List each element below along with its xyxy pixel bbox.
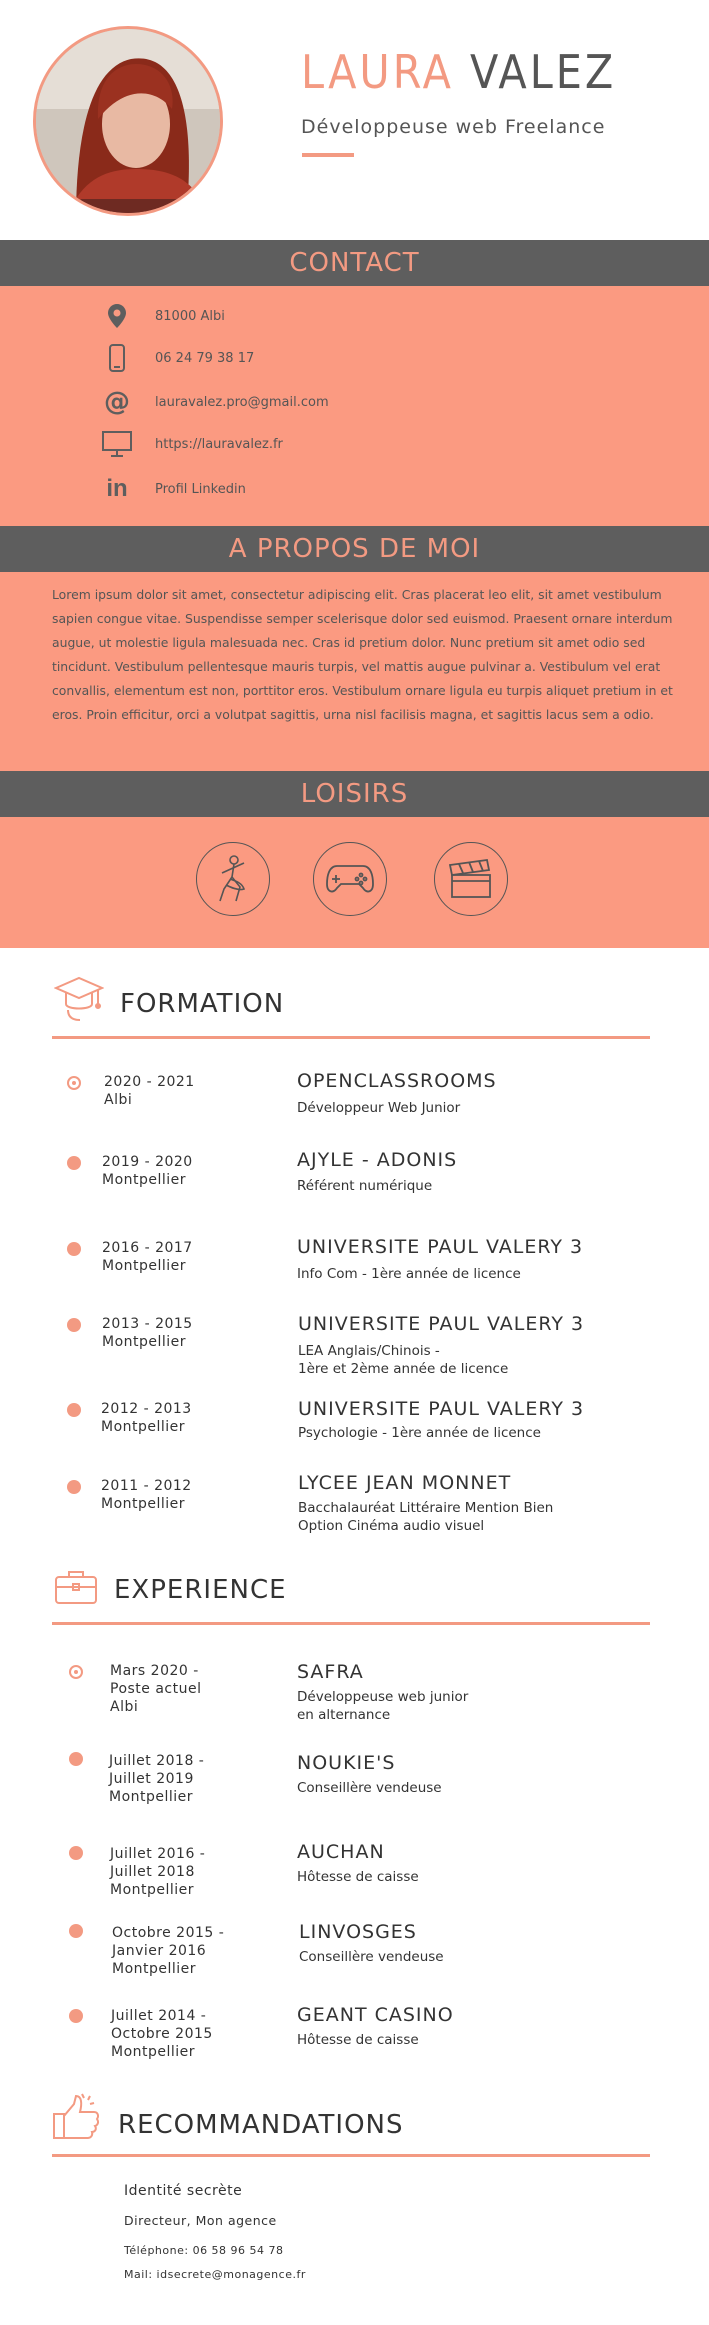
- formation-detail-2: Référent numérique: [297, 1178, 433, 1194]
- formation-detail-1: Développeur Web Junior: [297, 1100, 461, 1116]
- timeline-dot: [69, 1924, 83, 1938]
- last-name: VALEZ: [470, 45, 617, 99]
- experience-date-5: Juillet 2014 - Octobre 2015 Montpellier: [111, 2008, 213, 2060]
- experience-date-1: Mars 2020 - Poste actuel Albi: [110, 1663, 202, 1715]
- experience-detail-2: Conseillère vendeuse: [297, 1780, 442, 1796]
- experience-detail-5: Hôtesse de caisse: [297, 2032, 419, 2048]
- formation-date-4: 2013 - 2015 Montpellier: [102, 1316, 193, 1350]
- contact-website[interactable]: https://lauravalez.fr: [100, 429, 283, 459]
- formation-school-4: UNIVERSITE PAUL VALERY 3: [298, 1313, 585, 1335]
- smartphone-icon: [100, 343, 134, 373]
- contact-section: 81000 Albi 06 24 79 38 17 @ lauravalez.p…: [0, 286, 709, 526]
- formation-detail-6: Bacchalauréat Littéraire Mention Bien Op…: [298, 1500, 554, 1534]
- formation-school-6: LYCEE JEAN MONNET: [298, 1472, 512, 1494]
- timeline-dot: [69, 1752, 83, 1766]
- thumbs-up-icon: [52, 2092, 102, 2146]
- formation-rule: [52, 1036, 650, 1039]
- graduation-cap-icon: [53, 974, 105, 1026]
- timeline-dot-current: [69, 1665, 83, 1679]
- linkedin-icon: in: [106, 475, 128, 502]
- profile-photo: [33, 26, 223, 216]
- recommender-phone: Téléphone: 06 58 96 54 78: [124, 2244, 284, 2257]
- recommender-mail[interactable]: Mail: idsecrete@monagence.fr: [124, 2268, 306, 2281]
- first-name: LAURA: [301, 45, 454, 99]
- monitor-icon: [100, 429, 134, 459]
- dancer-icon: [196, 842, 270, 916]
- experience-heading: EXPERIENCE: [114, 1575, 287, 1605]
- contact-phone: 06 24 79 38 17: [100, 343, 254, 373]
- timeline-dot-current: [67, 1076, 81, 1090]
- contact-linkedin-text[interactable]: Profil Linkedin: [155, 482, 246, 497]
- experience-detail-1: Développeuse web junior en alternance: [297, 1689, 469, 1723]
- formation-school-3: UNIVERSITE PAUL VALERY 3: [297, 1236, 584, 1258]
- formation-school-2: AJYLE - ADONIS: [297, 1149, 458, 1171]
- about-heading: A PROPOS DE MOI: [0, 526, 709, 572]
- clapperboard-icon: [434, 842, 508, 916]
- formation-school-5: UNIVERSITE PAUL VALERY 3: [298, 1398, 585, 1420]
- experience-date-3: Juillet 2016 - Juillet 2018 Montpellier: [110, 1846, 206, 1898]
- formation-date-1: 2020 - 2021 Albi: [104, 1074, 195, 1108]
- briefcase-icon: [54, 1568, 98, 1610]
- formation-detail-3: Info Com - 1ère année de licence: [297, 1266, 521, 1282]
- formation-school-1: OPENCLASSROOMS: [297, 1070, 497, 1092]
- contact-website-text[interactable]: https://lauravalez.fr: [155, 437, 283, 452]
- formation-heading: FORMATION: [120, 989, 285, 1019]
- recommender-name: Identité secrète: [124, 2183, 243, 2199]
- formation-date-5: 2012 - 2013 Montpellier: [101, 1401, 192, 1435]
- formation-date-2: 2019 - 2020 Montpellier: [102, 1154, 193, 1188]
- experience-date-4: Octobre 2015 - Janvier 2016 Montpellier: [112, 1925, 225, 1977]
- formation-date-3: 2016 - 2017 Montpellier: [102, 1240, 193, 1274]
- experience-company-4: LINVOSGES: [299, 1921, 417, 1943]
- contact-email-text[interactable]: lauravalez.pro@gmail.com: [155, 395, 329, 410]
- contact-heading: CONTACT: [0, 240, 709, 286]
- at-sign-icon: @: [104, 387, 130, 417]
- job-title: Développeuse web Freelance: [301, 116, 606, 138]
- contact-address-text: 81000 Albi: [155, 308, 225, 324]
- recommender-role: Directeur, Mon agence: [124, 2213, 277, 2228]
- gamepad-icon: [313, 842, 387, 916]
- timeline-dot: [69, 2009, 83, 2023]
- timeline-dot: [69, 1846, 83, 1860]
- hobbies-section: [0, 817, 709, 948]
- contact-address: 81000 Albi: [100, 301, 225, 331]
- experience-company-3: AUCHAN: [297, 1841, 385, 1863]
- formation-date-6: 2011 - 2012 Montpellier: [101, 1478, 192, 1512]
- experience-detail-3: Hôtesse de caisse: [297, 1869, 419, 1885]
- full-name: LAURA VALEZ: [301, 44, 616, 100]
- timeline-dot: [67, 1156, 81, 1170]
- about-text: Lorem ipsum dolor sit amet, consectetur …: [52, 587, 673, 722]
- recommendations-rule: [52, 2154, 650, 2157]
- location-pin-icon: [100, 301, 134, 331]
- timeline-dot: [67, 1318, 81, 1332]
- contact-email[interactable]: @ lauravalez.pro@gmail.com: [100, 387, 329, 417]
- experience-rule: [52, 1622, 650, 1625]
- recommendations-heading: RECOMMANDATIONS: [118, 2110, 404, 2140]
- formation-detail-5: Psychologie - 1ère année de licence: [298, 1425, 541, 1441]
- timeline-dot: [67, 1242, 81, 1256]
- timeline-dot: [67, 1403, 81, 1417]
- title-underline: [302, 153, 354, 157]
- experience-company-2: NOUKIE'S: [297, 1752, 396, 1774]
- hobbies-heading: LOISIRS: [0, 771, 709, 817]
- contact-linkedin[interactable]: in Profil Linkedin: [100, 474, 246, 504]
- experience-company-5: GEANT CASINO: [297, 2004, 454, 2026]
- experience-detail-4: Conseillère vendeuse: [299, 1949, 444, 1965]
- timeline-dot: [67, 1480, 81, 1494]
- formation-detail-4: LEA Anglais/Chinois - 1ère et 2ème année…: [298, 1343, 509, 1377]
- experience-date-2: Juillet 2018 - Juillet 2019 Montpellier: [109, 1753, 205, 1805]
- contact-phone-text: 06 24 79 38 17: [155, 350, 255, 366]
- experience-company-1: SAFRA: [297, 1661, 364, 1683]
